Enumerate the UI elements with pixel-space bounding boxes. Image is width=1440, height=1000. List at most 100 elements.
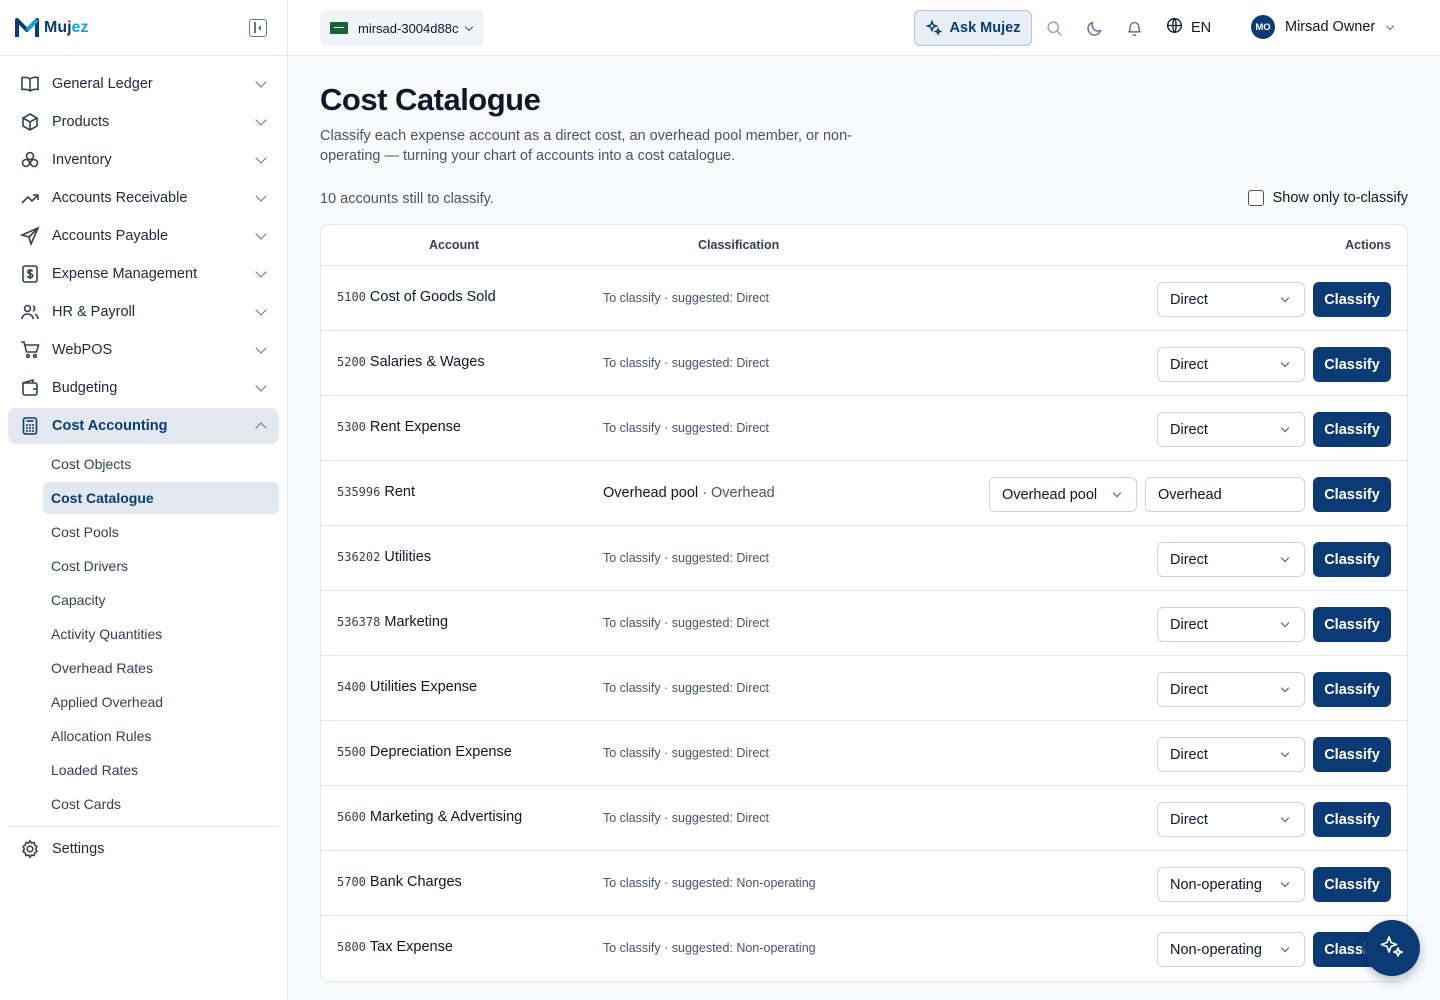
submenu-item-cost-pools[interactable]: Cost Pools — [43, 516, 279, 548]
classification-pool: Overhead — [711, 485, 775, 501]
classification-status: To classify · suggested: Direct — [603, 746, 770, 760]
select-value: Direct — [1170, 291, 1208, 308]
select-value: Direct — [1170, 616, 1208, 633]
language-selector[interactable]: EN — [1166, 17, 1211, 38]
table-row: 5600 Marketing & Advertising To classify … — [321, 786, 1407, 851]
mujez-logo-icon[interactable] — [14, 15, 40, 41]
chevron-down-icon — [255, 342, 267, 354]
classify-button[interactable]: Classify — [1313, 802, 1391, 837]
status-row: 10 accounts still to classify. Show only… — [320, 190, 1408, 210]
classification-select[interactable]: Direct — [1157, 542, 1305, 577]
classification-select[interactable]: Non-operating — [1157, 932, 1305, 967]
submenu-item-capacity[interactable]: Capacity — [43, 584, 279, 616]
table-row: 5800 Tax Expense To classify · suggested:… — [321, 916, 1407, 981]
account-code: 5100 — [337, 290, 366, 304]
classify-button[interactable]: Classify — [1313, 477, 1391, 512]
sidebar-item-inventory[interactable]: Inventory — [8, 142, 279, 178]
submenu-item-allocation-rules[interactable]: Allocation Rules — [43, 720, 279, 752]
moon-icon[interactable] — [1084, 18, 1104, 38]
submenu-item-activity-quantities[interactable]: Activity Quantities — [43, 618, 279, 650]
user-menu[interactable]: MO Mirsad Owner — [1251, 15, 1395, 39]
chevron-down-icon — [255, 380, 267, 392]
account-cell: 5600 Marketing & Advertising — [337, 809, 522, 825]
classification-select[interactable]: Overhead pool — [989, 477, 1137, 512]
sidebar-item-general-ledger[interactable]: General Ledger — [8, 66, 279, 102]
classification-select[interactable]: Direct — [1157, 672, 1305, 707]
show-only-to-classify-filter[interactable]: Show only to-classify — [1247, 190, 1408, 206]
submenu-item-loaded-rates[interactable]: Loaded Rates — [43, 754, 279, 786]
sidebar-item-label: Budgeting — [52, 380, 118, 396]
sidebar-item-accounts-receivable[interactable]: Accounts Receivable — [8, 180, 279, 216]
account-code: 5700 — [337, 875, 366, 889]
cart-icon — [20, 340, 40, 360]
search-icon[interactable] — [1044, 18, 1064, 38]
sidebar-item-settings[interactable]: Settings — [8, 831, 279, 867]
sidebar-item-hr-payroll[interactable]: HR & Payroll — [8, 294, 279, 330]
account-name: Tax Expense — [369, 939, 453, 955]
sidebar-item-accounts-payable[interactable]: Accounts Payable — [8, 218, 279, 254]
classification-select[interactable]: Direct — [1157, 282, 1305, 317]
classify-button[interactable]: Classify — [1313, 867, 1391, 902]
calculator-icon — [20, 416, 40, 436]
sidebar-item-webpos[interactable]: WebPOS — [8, 332, 279, 368]
classification-status: To classify · suggested: Direct — [603, 356, 770, 370]
classify-button[interactable]: Classify — [1313, 607, 1391, 642]
account-name: Marketing & Advertising — [369, 809, 523, 825]
sidebar-item-expense-management[interactable]: Expense Management — [8, 256, 279, 292]
ai-assistant-button[interactable] — [1364, 920, 1420, 976]
account-name: Cost of Goods Sold — [369, 289, 496, 305]
globe-icon — [1166, 17, 1183, 38]
account-code: 5800 — [337, 940, 366, 954]
ask-mujez-button[interactable]: Ask Mujez — [914, 10, 1032, 46]
classification-select[interactable]: Direct — [1157, 737, 1305, 772]
classification-status: To classify · suggested: Direct — [603, 551, 770, 565]
submenu-item-cost-objects[interactable]: Cost Objects — [43, 448, 279, 480]
sidebar-item-label: Products — [52, 114, 110, 130]
table-row: 5700 Bank Charges To classify · suggested… — [321, 851, 1407, 916]
submenu-item-cost-catalogue[interactable]: Cost Catalogue — [43, 482, 279, 514]
classification-status: Overhead pool · Overhead — [603, 485, 775, 501]
classification-select[interactable]: Non-operating — [1157, 867, 1305, 902]
classification-status: To classify · suggested: Direct — [603, 421, 770, 435]
classify-button[interactable]: Classify — [1313, 672, 1391, 707]
user-name: Mirsad Owner — [1285, 19, 1376, 35]
classify-button[interactable]: Classify — [1313, 347, 1391, 382]
classification-select[interactable]: Direct — [1157, 802, 1305, 837]
account-cell: 5200 Salaries & Wages — [337, 354, 485, 370]
select-value: Non-operating — [1170, 876, 1262, 893]
chevron-down-icon — [255, 76, 267, 88]
classify-button[interactable]: Classify — [1313, 412, 1391, 447]
chevron-down-icon — [255, 304, 267, 316]
column-header-actions: Actions — [1345, 238, 1391, 252]
chevron-down-icon — [1280, 293, 1290, 303]
sidebar-item-cost-accounting[interactable]: Cost Accounting — [8, 408, 279, 444]
cost-accounting-submenu: Cost Objects Cost Catalogue Cost Pools C… — [8, 446, 279, 820]
organization-switcher[interactable]: mirsad-3004d88c — [320, 10, 485, 46]
chevron-down-icon — [1280, 423, 1290, 433]
account-code: 535996 — [337, 485, 381, 499]
bell-icon[interactable] — [1124, 18, 1144, 38]
account-code: 5600 — [337, 810, 366, 824]
show-only-to-classify-checkbox[interactable] — [1247, 190, 1264, 206]
page-title: Cost Catalogue — [320, 82, 541, 117]
classification-select[interactable]: Direct — [1157, 347, 1305, 382]
classify-button[interactable]: Classify — [1313, 542, 1391, 577]
sidebar-item-products[interactable]: Products — [8, 104, 279, 140]
pool-name-input[interactable] — [1145, 477, 1305, 512]
submenu-item-cost-cards[interactable]: Cost Cards — [43, 788, 279, 820]
sidebar-collapse-icon[interactable] — [249, 19, 267, 37]
classify-button[interactable]: Classify — [1313, 282, 1391, 317]
account-name: Utilities — [384, 549, 432, 565]
classification-select[interactable]: Direct — [1157, 412, 1305, 447]
sidebar-item-budgeting[interactable]: Budgeting — [8, 370, 279, 406]
classify-button[interactable]: Classify — [1313, 737, 1391, 772]
table-row: 5400 Utilities Expense To classify · sugg… — [321, 656, 1407, 721]
classification-status: To classify · suggested: Direct — [603, 811, 770, 825]
table-row: 536202 Utilities To classify · suggested:… — [321, 526, 1407, 591]
sidebar-item-label: Accounts Receivable — [52, 190, 188, 206]
account-code: 5500 — [337, 745, 366, 759]
submenu-item-overhead-rates[interactable]: Overhead Rates — [43, 652, 279, 684]
classification-select[interactable]: Direct — [1157, 607, 1305, 642]
submenu-item-applied-overhead[interactable]: Applied Overhead — [43, 686, 279, 718]
submenu-item-cost-drivers[interactable]: Cost Drivers — [43, 550, 279, 582]
